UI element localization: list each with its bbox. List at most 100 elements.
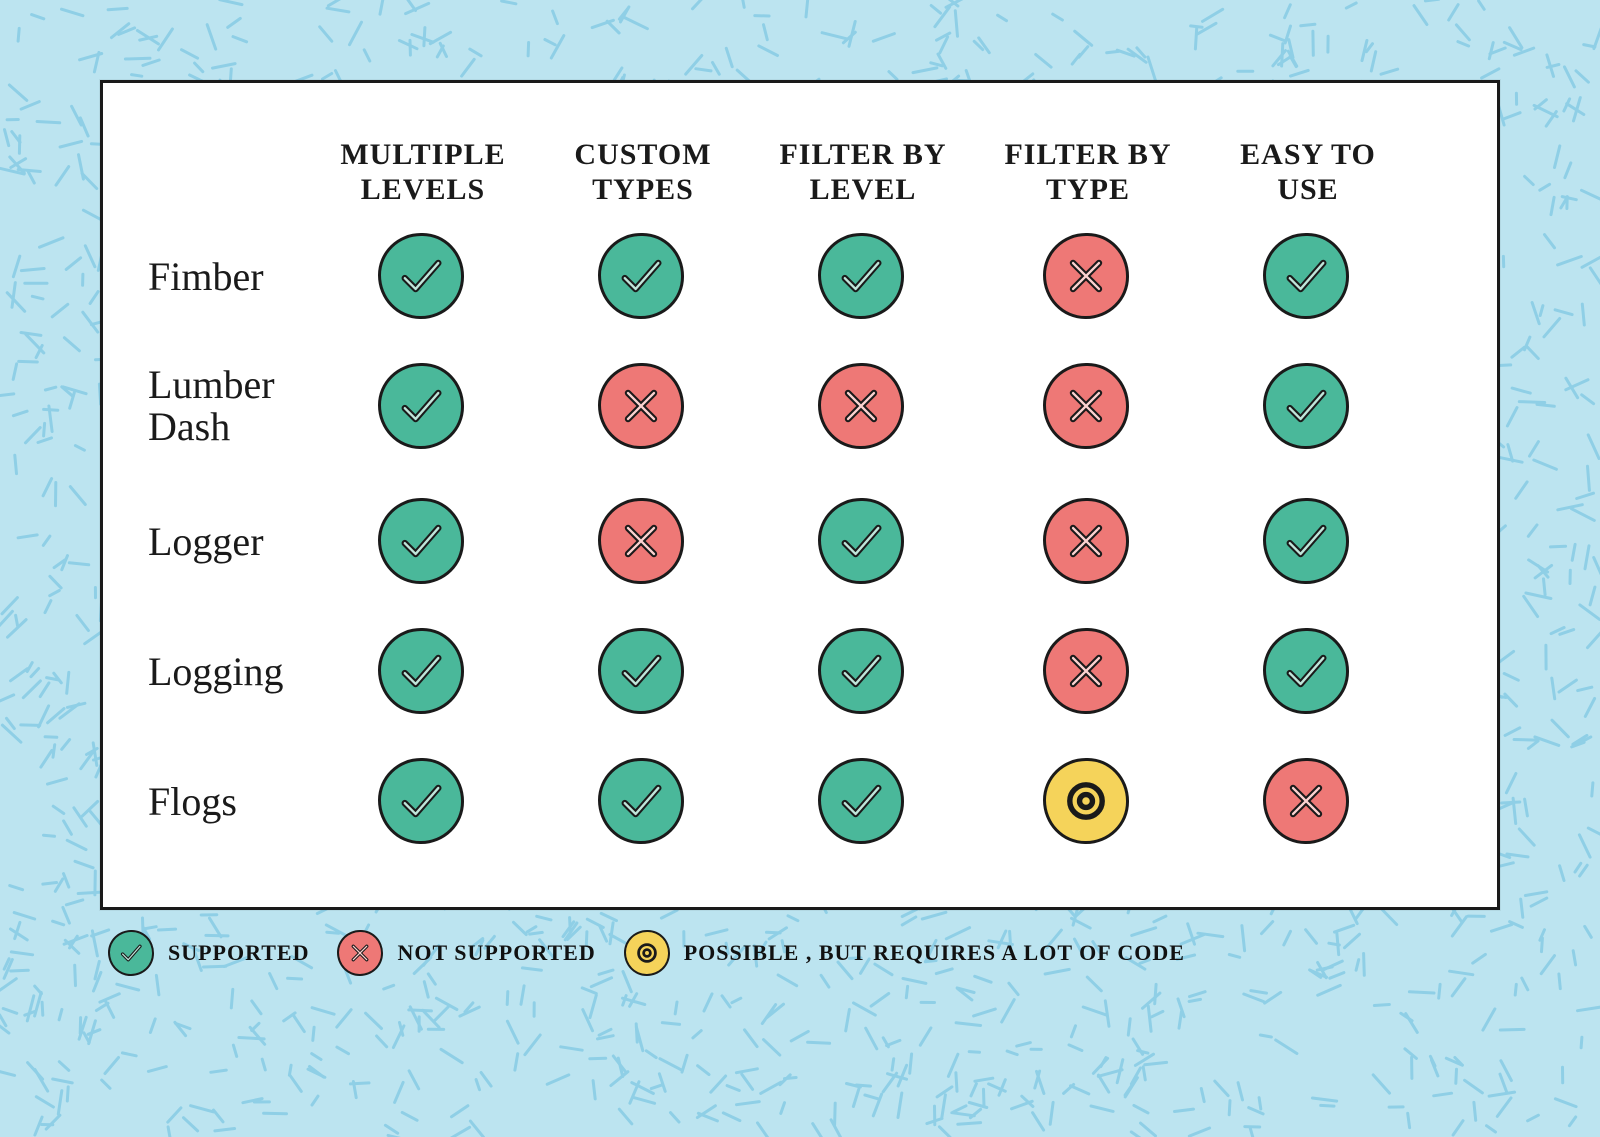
column-header: CUSTOM TYPES: [533, 138, 753, 207]
check-icon: [834, 514, 888, 568]
check-icon: [614, 774, 668, 828]
grid-cell: [378, 628, 468, 718]
grid-cell: [818, 233, 908, 323]
x-icon: [1279, 774, 1333, 828]
grid-cell: [598, 758, 688, 848]
row-label: Logging: [148, 651, 308, 693]
check-icon: [1279, 249, 1333, 303]
bullseye-icon: [633, 939, 661, 967]
check-icon: [614, 644, 668, 698]
x-icon: [1059, 514, 1113, 568]
grid-cell: [818, 363, 908, 453]
legend: SUPPORTED NOT SUPPORTED POSSIBLE , BUT R…: [108, 930, 1185, 976]
grid-cell: [1043, 498, 1133, 588]
x-icon: [614, 379, 668, 433]
check-icon: [394, 514, 448, 568]
status-badge-not: [337, 930, 383, 976]
column-header: FILTER BY TYPE: [978, 138, 1198, 207]
x-icon: [1059, 249, 1113, 303]
column-header: MULTIPLE LEVELS: [313, 138, 533, 207]
row-label: Lumber Dash: [148, 364, 308, 448]
grid-cell: [598, 498, 688, 588]
legend-item: POSSIBLE , BUT REQUIRES A LOT OF CODE: [624, 930, 1185, 976]
row-label: Logger: [148, 521, 308, 563]
status-badge-possible: [1043, 758, 1129, 844]
status-badge-not: [1263, 758, 1349, 844]
status-badge-supported: [598, 233, 684, 319]
status-badge-supported: [1263, 363, 1349, 449]
check-icon: [834, 249, 888, 303]
status-badge-not: [1043, 233, 1129, 319]
legend-item: SUPPORTED: [108, 930, 309, 976]
grid-cell: [598, 363, 688, 453]
row-label: Fimber: [148, 256, 308, 298]
check-icon: [394, 249, 448, 303]
x-icon: [1059, 644, 1113, 698]
check-icon: [394, 774, 448, 828]
grid-cell: [818, 758, 908, 848]
legend-item: NOT SUPPORTED: [337, 930, 595, 976]
status-badge-supported: [818, 498, 904, 584]
status-badge-supported: [378, 758, 464, 844]
grid-cell: [598, 233, 688, 323]
grid-cell: [1043, 628, 1133, 718]
column-header: FILTER BY LEVEL: [753, 138, 973, 207]
column-header: EASY TO USE: [1198, 138, 1418, 207]
check-icon: [614, 249, 668, 303]
grid-cell: [1043, 363, 1133, 453]
row-label: Flogs: [148, 781, 308, 823]
status-badge-supported: [1263, 233, 1349, 319]
legend-label: NOT SUPPORTED: [397, 940, 595, 966]
status-badge-supported: [598, 628, 684, 714]
grid-cell: [378, 363, 468, 453]
x-icon: [834, 379, 888, 433]
status-badge-supported: [818, 233, 904, 319]
status-badge-supported: [378, 628, 464, 714]
check-icon: [834, 774, 888, 828]
status-badge-not: [1043, 363, 1129, 449]
check-icon: [834, 644, 888, 698]
bullseye-icon: [1059, 774, 1113, 828]
grid-cell: [378, 233, 468, 323]
check-icon: [117, 939, 145, 967]
status-badge-supported: [818, 628, 904, 714]
grid-cell: [1263, 628, 1353, 718]
check-icon: [1279, 644, 1333, 698]
legend-label: POSSIBLE , BUT REQUIRES A LOT OF CODE: [684, 940, 1185, 966]
legend-label: SUPPORTED: [168, 940, 309, 966]
check-icon: [1279, 379, 1333, 433]
grid-cell: [598, 628, 688, 718]
status-badge-supported: [378, 363, 464, 449]
status-badge-not: [598, 363, 684, 449]
grid-cell: [378, 498, 468, 588]
x-icon: [1059, 379, 1113, 433]
status-badge-not: [1043, 628, 1129, 714]
status-badge-not: [598, 498, 684, 584]
status-badge-supported: [108, 930, 154, 976]
check-icon: [1279, 514, 1333, 568]
grid-cell: [1263, 363, 1353, 453]
grid-cell: [818, 498, 908, 588]
status-badge-supported: [818, 758, 904, 844]
status-badge-not: [818, 363, 904, 449]
grid-cell: [818, 628, 908, 718]
status-badge-not: [1043, 498, 1129, 584]
status-badge-possible: [624, 930, 670, 976]
grid-cell: [1043, 758, 1133, 848]
check-icon: [394, 644, 448, 698]
status-badge-supported: [598, 758, 684, 844]
comparison-grid: MULTIPLE LEVELSCUSTOM TYPESFILTER BY LEV…: [103, 83, 1497, 907]
x-icon: [614, 514, 668, 568]
grid-cell: [1263, 758, 1353, 848]
status-badge-supported: [1263, 628, 1349, 714]
grid-cell: [1263, 233, 1353, 323]
status-badge-supported: [378, 498, 464, 584]
grid-cell: [1043, 233, 1133, 323]
grid-cell: [378, 758, 468, 848]
check-icon: [394, 379, 448, 433]
status-badge-supported: [378, 233, 464, 319]
status-badge-supported: [1263, 498, 1349, 584]
comparison-card: MULTIPLE LEVELSCUSTOM TYPESFILTER BY LEV…: [100, 80, 1500, 910]
grid-cell: [1263, 498, 1353, 588]
x-icon: [346, 939, 374, 967]
